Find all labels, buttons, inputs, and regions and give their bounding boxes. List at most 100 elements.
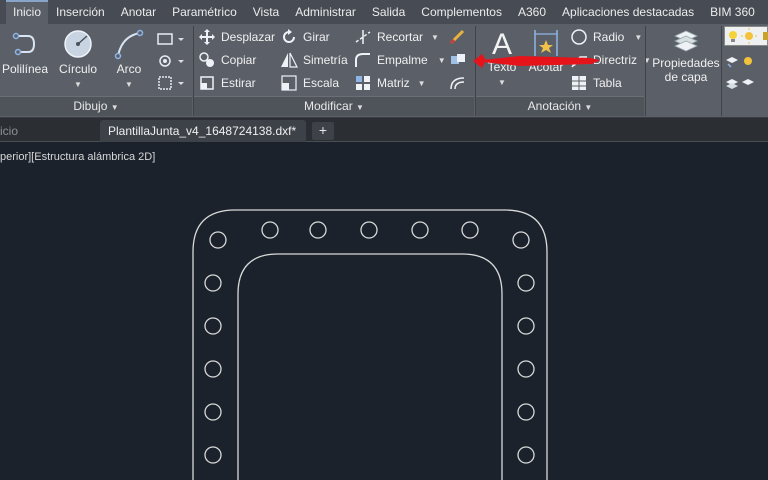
desplazar-button[interactable]: Desplazar bbox=[198, 27, 275, 47]
circulo-label: Círculo bbox=[58, 62, 97, 76]
arco-button[interactable]: Arco ▼ bbox=[108, 28, 150, 90]
stretch-icon bbox=[200, 76, 214, 90]
chevron-down-icon: ▼ bbox=[417, 78, 426, 88]
acotar-button[interactable]: Acotar bbox=[524, 26, 568, 74]
erase-tool-button[interactable] bbox=[448, 28, 470, 48]
erase-icon bbox=[449, 29, 465, 45]
chevron-down-icon: ▼ bbox=[356, 103, 364, 112]
tab-a360[interactable]: A360 bbox=[510, 0, 554, 24]
modificar-panel-title[interactable]: Modificar ▼ bbox=[194, 96, 474, 116]
drawing-canvas[interactable] bbox=[0, 142, 768, 480]
propiedades-capa-button[interactable]: Propiedades de capa bbox=[650, 26, 722, 84]
acotar-label: Acotar bbox=[528, 60, 564, 74]
chevron-down-icon: ▼ bbox=[431, 32, 439, 42]
propiedades-label-2: de capa bbox=[664, 70, 708, 84]
tab-insercion[interactable]: Inserción bbox=[48, 0, 113, 24]
girar-button[interactable]: Girar bbox=[280, 27, 330, 47]
chevron-down-icon: ▼ bbox=[110, 103, 119, 112]
explode-icon bbox=[451, 54, 465, 64]
rotate-icon bbox=[283, 29, 295, 43]
empalme-label: Empalme bbox=[377, 53, 428, 67]
tab-active-file[interactable]: PlantillaJunta_v4_1648724138.dxf* × bbox=[100, 120, 306, 160]
polilinea-label: Polilínea bbox=[2, 62, 49, 76]
tab-inicio[interactable]: Inicio bbox=[6, 0, 49, 24]
circulo-button[interactable]: Círculo ▼ bbox=[56, 28, 100, 90]
region-icon bbox=[158, 76, 184, 90]
file-tab-bar: icio PlantillaJunta_v4_1648724138.dxf* ×… bbox=[0, 118, 768, 160]
gasket-drawing bbox=[192, 209, 548, 480]
region-tool-button[interactable] bbox=[156, 74, 186, 94]
directriz-label: Directriz bbox=[593, 53, 637, 67]
tab-parametrico[interactable]: Paramétrico bbox=[164, 0, 245, 24]
tab-bim360[interactable]: BIM 360 bbox=[702, 0, 763, 24]
estirar-label: Estirar bbox=[221, 76, 256, 90]
text-icon: A bbox=[492, 28, 512, 60]
copiar-button[interactable]: Copiar bbox=[198, 50, 256, 70]
panel-divider bbox=[721, 26, 722, 116]
escala-button[interactable]: Escala bbox=[280, 73, 339, 93]
explode-tool-button[interactable] bbox=[448, 51, 470, 71]
dibujo-panel-title[interactable]: Dibujo ▼ bbox=[0, 96, 192, 116]
tab-start[interactable]: icio bbox=[0, 120, 18, 142]
outer-contour bbox=[192, 209, 548, 480]
dibujo-title-text: Dibujo bbox=[73, 99, 108, 113]
layer-properties-icon bbox=[674, 30, 698, 52]
texto-label: Texto bbox=[487, 60, 517, 74]
tab-salida[interactable]: Salida bbox=[364, 0, 413, 24]
propiedades-label-1: Propiedades bbox=[652, 56, 720, 70]
tab-complementos[interactable]: Complementos bbox=[413, 0, 510, 24]
offset-tool-button[interactable] bbox=[448, 74, 470, 94]
scale-icon bbox=[281, 75, 297, 91]
svg-text:A: A bbox=[492, 28, 512, 60]
start-tab-label: icio bbox=[0, 124, 19, 138]
tab-aplicaciones-destacadas[interactable]: Aplicaciones destacadas bbox=[554, 0, 702, 24]
directriz-button[interactable]: Directriz ▼ bbox=[570, 50, 651, 70]
rectangle-tool-button[interactable] bbox=[156, 30, 186, 50]
tab-administrar[interactable]: Administrar bbox=[287, 0, 364, 24]
copiar-label: Copiar bbox=[221, 53, 257, 67]
desplazar-label: Desplazar bbox=[221, 30, 276, 44]
estirar-button[interactable]: Estirar bbox=[198, 73, 256, 93]
empalme-button[interactable]: Empalme ▼ bbox=[354, 50, 446, 70]
simetria-button[interactable]: Simetría bbox=[280, 50, 348, 70]
panel-divider bbox=[645, 26, 646, 116]
arc-icon bbox=[114, 29, 144, 60]
layer-tool-row-2[interactable] bbox=[724, 74, 768, 94]
radio-label: Radio bbox=[593, 30, 625, 44]
recortar-label: Recortar bbox=[377, 30, 424, 44]
matriz-button[interactable]: Matriz ▼ bbox=[354, 73, 426, 93]
ribbon-tab-bar: Inicio Inserción Anotar Paramétrico Vist… bbox=[0, 0, 768, 24]
tab-vista[interactable]: Vista bbox=[245, 0, 287, 24]
polilinea-button[interactable]: Polilínea bbox=[2, 28, 48, 76]
viewport-label[interactable]: perior][Estructura alámbrica 2D] bbox=[0, 151, 155, 163]
hatch-icon bbox=[159, 55, 184, 67]
tabla-button[interactable]: Tabla bbox=[570, 73, 622, 93]
active-file-label: PlantillaJunta_v4_1648724138.dxf* bbox=[108, 124, 297, 138]
lightbulb-icon bbox=[729, 28, 768, 44]
table-icon bbox=[572, 76, 586, 90]
layer-match-icon bbox=[726, 79, 754, 89]
arco-label: Arco bbox=[116, 62, 142, 76]
texto-button[interactable]: A Texto ▼ bbox=[480, 26, 524, 88]
trim-icon bbox=[355, 30, 371, 44]
dimension-icon bbox=[534, 30, 558, 56]
chevron-down-icon: ▼ bbox=[74, 80, 82, 89]
radio-button[interactable]: Radio ▼ bbox=[570, 27, 642, 47]
tab-anotar[interactable]: Anotar bbox=[113, 0, 164, 24]
radius-icon bbox=[571, 29, 587, 45]
new-tab-button[interactable]: + bbox=[312, 122, 334, 140]
offset-icon bbox=[450, 77, 465, 90]
anotacion-panel-title[interactable]: Anotación ▼ bbox=[476, 96, 644, 116]
recortar-button[interactable]: Recortar ▼ bbox=[354, 27, 439, 47]
chevron-down-icon: ▼ bbox=[584, 103, 593, 112]
tabla-label: Tabla bbox=[593, 76, 622, 90]
escala-label: Escala bbox=[303, 76, 340, 90]
layer-dropdown[interactable] bbox=[724, 26, 768, 46]
layer-tool-row-1[interactable] bbox=[724, 52, 768, 72]
array-icon bbox=[356, 76, 370, 90]
mirror-icon bbox=[281, 52, 298, 68]
polyline-icon bbox=[12, 32, 36, 56]
hatch-tool-button[interactable] bbox=[156, 52, 186, 72]
rectangle-icon bbox=[157, 33, 184, 45]
modificar-title-text: Modificar bbox=[304, 99, 353, 113]
